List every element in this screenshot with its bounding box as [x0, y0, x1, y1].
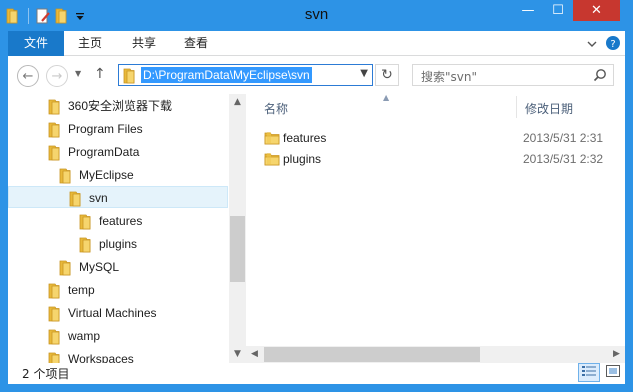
address-toolbar: ← → ▼ ↑ D:\ProgramData\MyEclipse\svn ▼ ↻…: [8, 56, 625, 94]
tree-item-360-downloads[interactable]: 360安全浏览器下载: [8, 95, 228, 117]
file-list-pane: 名称 ▲ 修改日期 features 2013/5/31 2:31 plugin…: [246, 94, 625, 363]
tree-item-label: svn: [89, 191, 108, 205]
column-header-name[interactable]: 名称: [264, 100, 288, 117]
tree-item-features[interactable]: features: [8, 210, 228, 232]
tree-item-myeclipse[interactable]: MyEclipse: [8, 164, 228, 186]
ribbon-controls: ?: [587, 35, 621, 54]
tree-item-virtual-machines[interactable]: Virtual Machines: [8, 302, 228, 324]
scroll-right-icon[interactable]: ▶: [608, 346, 625, 363]
forward-arrow-icon: →: [51, 68, 63, 84]
folder-icon: [123, 68, 135, 87]
large-icons-view-button[interactable]: [602, 363, 624, 382]
column-header-date[interactable]: 修改日期: [525, 100, 573, 117]
folder-icon: [264, 152, 280, 173]
tree-item-label: ProgramData: [68, 145, 140, 159]
file-name: features: [283, 131, 327, 145]
tree-item-wamp[interactable]: wamp: [8, 325, 228, 347]
search-placeholder: 搜索"svn": [421, 70, 477, 84]
folder-icon: [48, 352, 60, 363]
tree-item-plugins[interactable]: plugins: [8, 233, 228, 255]
recent-locations-icon[interactable]: ▼: [75, 69, 81, 78]
ribbon-tabs: 文件 主页 共享 查看 ?: [8, 31, 625, 56]
chevron-down-icon[interactable]: ▼: [360, 68, 368, 79]
tree-item-label: wamp: [68, 329, 101, 343]
svg-text:?: ?: [610, 39, 615, 50]
tree-item-label: plugins: [99, 237, 138, 251]
tree-item-mysql[interactable]: MySQL: [8, 256, 228, 278]
tree-item-label: Workspaces: [68, 352, 134, 363]
back-arrow-icon: ←: [22, 68, 34, 84]
tree-item-label: Program Files: [68, 122, 143, 136]
tab-file[interactable]: 文件: [8, 31, 64, 56]
tab-view[interactable]: 查看: [176, 31, 216, 56]
refresh-button[interactable]: ↻: [375, 64, 399, 86]
address-bar[interactable]: D:\ProgramData\MyEclipse\svn ▼: [118, 64, 373, 86]
tree-item-label: MyEclipse: [79, 168, 134, 182]
column-divider[interactable]: [516, 96, 517, 118]
refresh-icon: ↻: [381, 67, 393, 83]
navigation-pane: 360安全浏览器下载 Program Files ProgramData MyE…: [8, 94, 246, 363]
tab-share[interactable]: 共享: [124, 31, 164, 56]
address-path[interactable]: D:\ProgramData\MyEclipse\svn: [141, 67, 312, 83]
tree-item-label: features: [99, 214, 143, 228]
tree-item-svn[interactable]: svn: [8, 186, 228, 208]
file-row[interactable]: plugins 2013/5/31 2:32: [256, 149, 625, 170]
status-bar: 2 个项目: [8, 363, 625, 384]
forward-button[interactable]: →: [46, 65, 68, 87]
tree-item-workspaces[interactable]: Workspaces: [8, 348, 228, 363]
tree-item-label: temp: [68, 283, 95, 297]
sort-ascending-icon: ▲: [383, 94, 390, 102]
scroll-up-icon[interactable]: ▲: [229, 94, 246, 111]
details-view-icon: [582, 365, 596, 380]
file-modified-date: 2013/5/31 2:32: [523, 152, 604, 166]
scroll-left-icon[interactable]: ◀: [246, 346, 263, 363]
large-icons-view-icon: [606, 365, 620, 380]
close-button[interactable]: ✕: [573, 0, 620, 21]
file-name: plugins: [283, 152, 322, 166]
details-view-button[interactable]: [578, 363, 600, 382]
file-modified-date: 2013/5/31 2:31: [523, 131, 604, 145]
file-list-scrollbar[interactable]: ◀ ▶: [246, 346, 625, 363]
explorer-window: svn — ☐ ✕ 文件 主页 共享 查看 ? ← → ▼ ↑ D:\Progr…: [0, 0, 633, 392]
expand-ribbon-icon[interactable]: [587, 38, 597, 52]
maximize-button[interactable]: ☐: [544, 0, 572, 21]
scrollbar-thumb[interactable]: [264, 347, 480, 362]
tab-home[interactable]: 主页: [70, 31, 110, 56]
file-row[interactable]: features 2013/5/31 2:31: [256, 128, 625, 149]
tree-item-temp[interactable]: temp: [8, 279, 228, 301]
search-input[interactable]: 搜索"svn": [412, 64, 614, 86]
back-button[interactable]: ←: [17, 65, 39, 87]
tree-item-label: MySQL: [79, 260, 120, 274]
tree-item-label: Virtual Machines: [68, 306, 157, 320]
scrollbar-thumb[interactable]: [230, 216, 245, 282]
search-icon[interactable]: [593, 68, 607, 85]
navigation-scrollbar[interactable]: ▲ ▼: [229, 94, 246, 363]
item-count: 2 个项目: [22, 367, 70, 381]
main-area: 360安全浏览器下载 Program Files ProgramData MyE…: [8, 94, 625, 363]
tree-item-programdata[interactable]: ProgramData: [8, 141, 228, 163]
scroll-down-icon[interactable]: ▼: [229, 346, 246, 363]
help-icon[interactable]: ?: [605, 35, 621, 54]
title-bar: svn — ☐ ✕: [0, 0, 633, 31]
tree-item-label: 360安全浏览器下载: [68, 99, 173, 113]
tree-item-program-files[interactable]: Program Files: [8, 118, 228, 140]
up-arrow-icon[interactable]: ↑: [94, 66, 106, 82]
minimize-button[interactable]: —: [514, 0, 542, 21]
